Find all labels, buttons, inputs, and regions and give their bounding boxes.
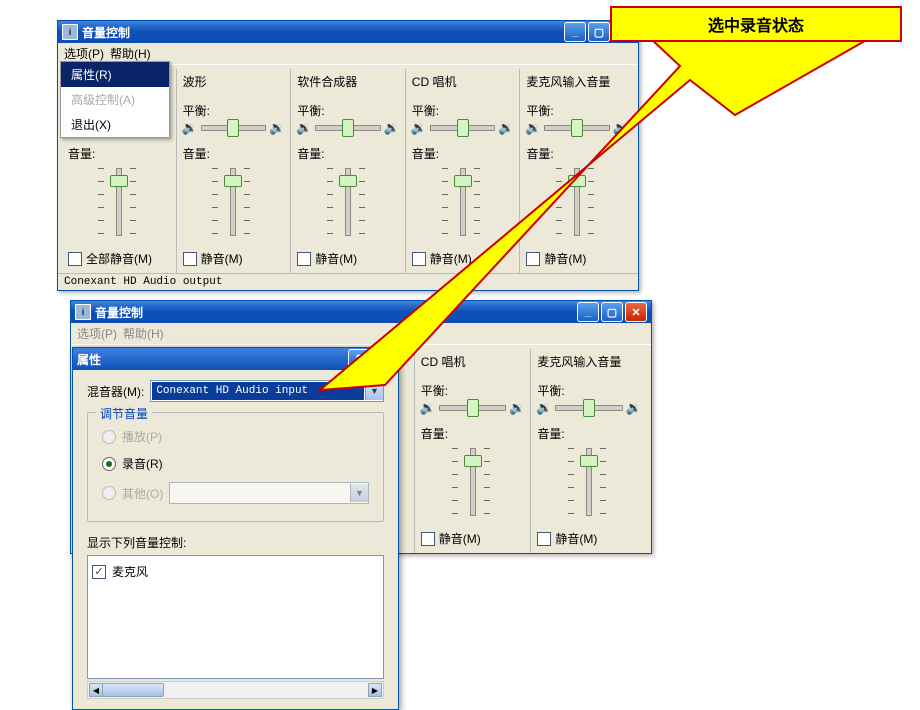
volume-slider[interactable] — [586, 448, 592, 516]
menu-help[interactable]: 帮助(H) — [123, 325, 164, 342]
list-label: 显示下列音量控制: — [87, 532, 384, 555]
mute-label: 全部静音(M) — [86, 250, 152, 267]
balance-slider[interactable] — [315, 125, 381, 131]
scroll-right-icon[interactable]: ▶ — [368, 683, 382, 697]
mute-checkbox[interactable] — [526, 252, 540, 266]
channel-synth: 软件合成器 平衡: 🔉🔉 音量: 静音(M) — [290, 69, 405, 273]
radio-playback: 播放(P) — [100, 423, 371, 450]
group-title: 调节音量 — [96, 405, 152, 422]
titlebar-1[interactable]: i 音量控制 _ ▢ ✕ — [58, 21, 638, 43]
menu-item-properties[interactable]: 属性(R) — [61, 62, 169, 87]
speaker-left-icon: 🔉 — [537, 401, 551, 415]
close-button[interactable]: ✕ — [372, 349, 394, 369]
chevron-down-icon: ▼ — [350, 484, 368, 502]
list-checkbox[interactable]: ✓ — [92, 565, 106, 579]
mixer-selected: Conexant HD Audio input — [152, 382, 364, 400]
speaker-left-icon: 🔉 — [183, 121, 197, 135]
volume-slider[interactable] — [460, 168, 466, 236]
volume-slider[interactable] — [574, 168, 580, 236]
speaker-left-icon: 🔉 — [526, 121, 540, 135]
annotation-callout: 选中录音状态 — [610, 6, 902, 42]
options-dropdown: 属性(R) 高级控制(A) 退出(X) — [60, 61, 170, 138]
volume-control-window-1: i 音量控制 _ ▢ ✕ 选项(P) 帮助(H) 属性(R) 高级控制(A) 退… — [57, 20, 639, 291]
window-title: 音量控制 — [82, 24, 564, 41]
app-icon: i — [62, 24, 78, 40]
balance-slider[interactable] — [439, 405, 507, 411]
speaker-left-icon: 🔉 — [421, 401, 435, 415]
volume-slider[interactable] — [116, 168, 122, 236]
mute-checkbox[interactable] — [183, 252, 197, 266]
minimize-button[interactable]: _ — [564, 22, 586, 42]
dialog-title: 属性 — [77, 351, 101, 368]
horizontal-scrollbar[interactable]: ◀ ▶ — [87, 681, 384, 699]
volume-thumb[interactable] — [110, 175, 128, 187]
menu-item-exit[interactable]: 退出(X) — [61, 112, 169, 137]
mixer-combo[interactable]: Conexant HD Audio input ▼ — [150, 380, 384, 402]
channel-cd-2: CD 唱机 平衡: 🔉🔉 音量: 静音(M) — [414, 349, 531, 553]
radio-icon[interactable] — [102, 457, 116, 471]
close-button[interactable]: ✕ — [625, 302, 647, 322]
speaker-right-icon: 🔉 — [614, 121, 628, 135]
balance-slider[interactable] — [555, 405, 623, 411]
mute-checkbox[interactable] — [421, 532, 435, 546]
mute-checkbox[interactable] — [68, 252, 82, 266]
mute-checkbox[interactable] — [537, 532, 551, 546]
minimize-button[interactable]: _ — [577, 302, 599, 322]
speaker-right-icon: 🔉 — [510, 401, 524, 415]
mixer-label: 混音器(M): — [87, 383, 144, 400]
chevron-down-icon[interactable]: ▼ — [365, 382, 383, 400]
menubar-2: 选项(P) 帮助(H) — [71, 323, 651, 345]
volume-slider[interactable] — [345, 168, 351, 236]
channel-mic: 麦克风输入音量 平衡: 🔉🔉 音量: 静音(M) — [519, 69, 634, 273]
window-title: 音量控制 — [95, 304, 577, 321]
list-item[interactable]: ✓ 麦克风 — [92, 562, 379, 581]
radio-other: 其他(O) ▼ — [100, 477, 371, 509]
mute-checkbox[interactable] — [297, 252, 311, 266]
help-button[interactable]: ? — [348, 349, 370, 369]
menu-help[interactable]: 帮助(H) — [110, 45, 151, 62]
speaker-right-icon: 🔉 — [385, 121, 399, 135]
titlebar-2[interactable]: i 音量控制 _ ▢ ✕ — [71, 301, 651, 323]
adjust-volume-group: 调节音量 播放(P) 录音(R) 其他(O) ▼ — [87, 412, 384, 522]
scroll-left-icon[interactable]: ◀ — [89, 683, 103, 697]
speaker-right-icon: 🔉 — [627, 401, 641, 415]
menu-options[interactable]: 选项(P) — [77, 325, 117, 342]
callout-text: 选中录音状态 — [708, 12, 804, 36]
radio-recording[interactable]: 录音(R) — [100, 450, 371, 477]
balance-slider[interactable] — [544, 125, 610, 131]
balance-slider[interactable] — [201, 125, 267, 131]
maximize-button[interactable]: ▢ — [601, 302, 623, 322]
properties-dialog: 属性 ? ✕ 混音器(M): Conexant HD Audio input ▼… — [72, 347, 399, 710]
menu-item-advanced: 高级控制(A) — [61, 87, 169, 112]
statusbar-1: Conexant HD Audio output — [58, 273, 638, 290]
speaker-left-icon: 🔉 — [412, 121, 426, 135]
speaker-right-icon: 🔉 — [270, 121, 284, 135]
speaker-right-icon: 🔉 — [499, 121, 513, 135]
scroll-thumb[interactable] — [102, 683, 164, 697]
dialog-titlebar[interactable]: 属性 ? ✕ — [73, 348, 398, 370]
volume-list[interactable]: ✓ 麦克风 — [87, 555, 384, 679]
balance-slider[interactable] — [430, 125, 496, 131]
other-combo: ▼ — [169, 482, 369, 504]
radio-icon — [102, 430, 116, 444]
app-icon: i — [75, 304, 91, 320]
radio-icon — [102, 486, 116, 500]
channel-mic-2: 麦克风输入音量 平衡: 🔉🔉 音量: 静音(M) — [530, 349, 647, 553]
maximize-button[interactable]: ▢ — [588, 22, 610, 42]
channel-wave: 波形 平衡: 🔉🔉 音量: 静音(M) — [176, 69, 291, 273]
menu-options[interactable]: 选项(P) — [64, 45, 104, 62]
volume-slider[interactable] — [230, 168, 236, 236]
speaker-left-icon: 🔉 — [297, 121, 311, 135]
channel-cd: CD 唱机 平衡: 🔉🔉 音量: 静音(M) — [405, 69, 520, 273]
mute-checkbox[interactable] — [412, 252, 426, 266]
volume-slider[interactable] — [470, 448, 476, 516]
